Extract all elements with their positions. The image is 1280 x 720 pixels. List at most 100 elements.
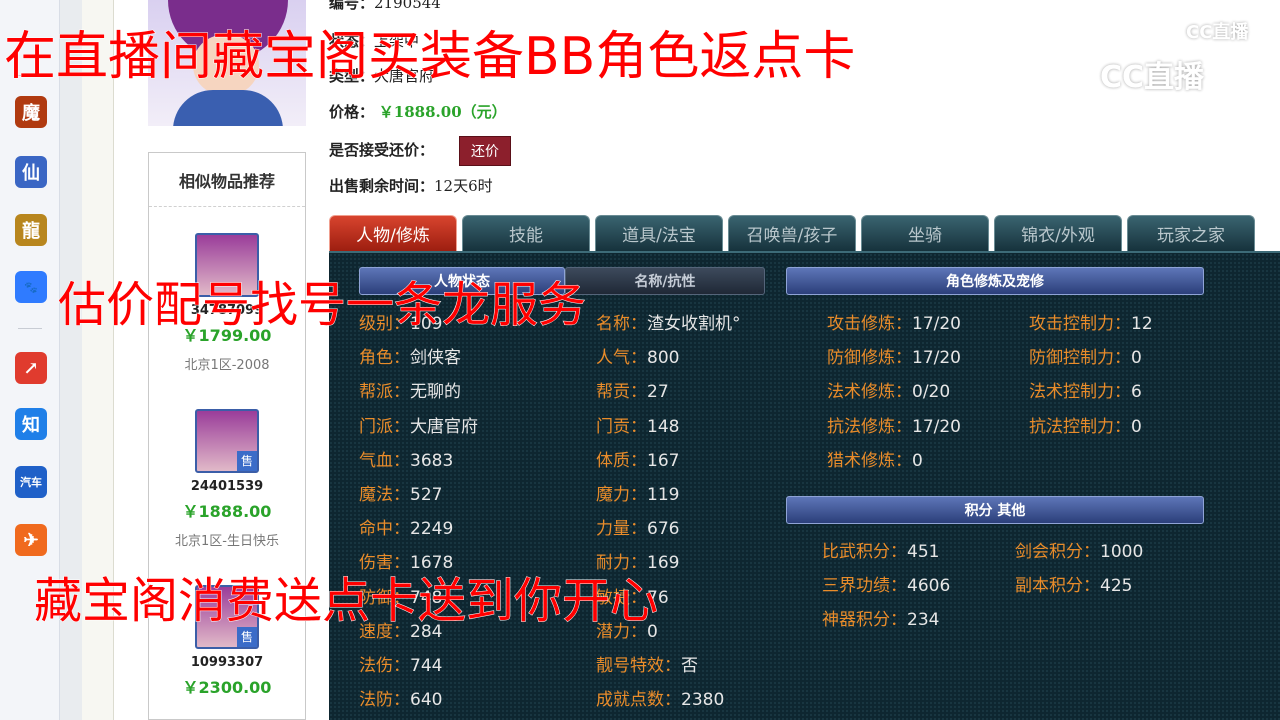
stat-value: 3683 [410, 450, 454, 471]
overlay-caption-3: 藏宝阁消费送点卡送到你开心 [33, 573, 659, 630]
stat-value: 2380 [681, 690, 725, 711]
stat-value: 148 [647, 416, 680, 437]
dock-separator [18, 328, 42, 329]
cultivation-stat: 攻击修炼：17/20 [827, 309, 961, 334]
overlay-caption-2: 估价配号找号一条龙服务 [57, 277, 587, 334]
attr-stat: 人气：800 [596, 343, 679, 368]
stat-label: 防御修炼： [827, 348, 912, 369]
stat-label: 魔法： [359, 485, 410, 505]
attr-stat: 魔力：119 [596, 480, 679, 505]
serial-line: 编号：2190544 [329, 0, 441, 12]
stat-label: 剑会积分： [1015, 542, 1100, 562]
orange-app-icon[interactable]: ✈ [15, 524, 47, 556]
char-stat: 魔法：527 [359, 480, 442, 505]
tab-2[interactable]: 道具/法宝 [595, 215, 723, 251]
stat-label: 体质： [596, 450, 647, 471]
points-stat: 剑会积分：1000 [1015, 537, 1143, 562]
stat-value: 无聊的 [410, 382, 461, 403]
stat-value: 527 [410, 485, 443, 505]
stat-value: 2249 [410, 519, 454, 540]
baidu-app-icon[interactable]: 🐾 [15, 271, 47, 303]
game-app-icon[interactable]: 魔 [15, 96, 47, 128]
stat-value: 800 [647, 348, 680, 369]
points-stat: 神器积分：234 [822, 605, 939, 630]
attr-stat: 力量：676 [596, 514, 679, 539]
car-app-icon[interactable]: 汽车 [15, 466, 47, 498]
overlay-caption-1: 在直播间藏宝阁买装备BB角色返点卡 [3, 27, 856, 88]
stat-label: 猎术修炼： [827, 450, 912, 471]
tab-3[interactable]: 召唤兽/孩子 [728, 215, 856, 251]
stat-label: 力量： [596, 519, 647, 540]
bargain-button[interactable]: 还价 [459, 136, 511, 166]
stat-value: 234 [907, 610, 940, 631]
tab-6[interactable]: 玩家之家 [1127, 215, 1255, 251]
stat-value: 17/20 [912, 348, 961, 369]
control-stat: 抗法控制力：0 [1029, 412, 1142, 437]
price-line: 价格： ￥1888.00（元） [329, 103, 507, 121]
stat-label: 成就点数： [596, 690, 681, 711]
attr-stat: 帮贡：27 [596, 377, 669, 402]
long-app-icon[interactable]: 龍 [15, 214, 47, 246]
similar-item[interactable]: 售 24401539 ￥1888.00 北京1区-生日快乐 [149, 409, 305, 549]
stat-value: 27 [647, 382, 669, 403]
tab-4[interactable]: 坐骑 [861, 215, 989, 251]
xian-app-icon[interactable]: 仙 [15, 156, 47, 188]
similar-item-id: 10993307 [190, 655, 264, 670]
stat-value: 744 [410, 656, 443, 676]
on-sale-badge: 售 [237, 451, 257, 471]
remaining-time-line: 出售剩余时间：12天6时 [329, 177, 493, 195]
stat-label: 副本积分： [1015, 576, 1100, 597]
stat-label: 法伤： [359, 656, 410, 676]
section-header-cultivation: 角色修炼及宠修 [786, 267, 1204, 295]
stat-label: 法术控制力： [1029, 382, 1131, 403]
stat-label: 法术修炼： [827, 382, 912, 403]
stat-label: 抗法修炼： [827, 416, 912, 437]
detail-tabs: 人物/修炼 技能 道具/法宝 召唤兽/孩子 坐骑 锦衣/外观 玩家之家 [329, 215, 1280, 251]
attr-stat: 名称：渣女收割机° [596, 309, 741, 334]
stat-label: 帮派： [359, 382, 410, 403]
stat-value: 119 [647, 485, 680, 505]
char-stat: 法防：640 [359, 685, 442, 710]
stat-value: 17/20 [912, 314, 961, 334]
similar-item-thumbnail[interactable]: 售 [195, 409, 259, 473]
stat-value: 17/20 [912, 416, 961, 437]
stat-value: 0 [1131, 416, 1142, 437]
stat-value: 剑侠客 [410, 348, 461, 369]
similar-item-server: 北京1区-生日快乐 [175, 534, 279, 549]
tab-1[interactable]: 技能 [462, 215, 590, 251]
stat-label: 神器积分： [822, 610, 907, 631]
cc-live-logo-small: CC直播 [1186, 22, 1249, 43]
stat-value: 167 [647, 450, 680, 471]
control-stat: 防御控制力：0 [1029, 343, 1142, 368]
tab-0[interactable]: 人物/修炼 [329, 215, 457, 251]
stat-label: 命中： [359, 519, 410, 540]
zhihu-app-icon[interactable]: 知 [15, 408, 47, 440]
similar-item-price: ￥2300.00 [182, 678, 272, 697]
char-stat: 命中：2249 [359, 514, 453, 539]
tab-5[interactable]: 锦衣/外观 [994, 215, 1122, 251]
red-app-icon[interactable]: ↗ [15, 352, 47, 384]
attr-stat: 成就点数：2380 [596, 685, 724, 710]
char-stat: 气血：3683 [359, 446, 453, 471]
stat-label: 攻击修炼： [827, 314, 912, 334]
stat-label: 法防： [359, 690, 410, 711]
control-stat: 法术控制力：6 [1029, 377, 1142, 402]
points-stat: 比武积分：451 [822, 537, 939, 562]
stat-label: 三界功绩： [822, 576, 907, 597]
attr-stat: 靓号特效：否 [596, 651, 698, 676]
cultivation-stat: 抗法修炼：17/20 [827, 412, 961, 437]
stat-value: 640 [410, 690, 443, 711]
char-stat: 帮派：无聊的 [359, 377, 461, 402]
stat-value: 1000 [1100, 542, 1144, 562]
stat-label: 名称： [596, 314, 647, 334]
stat-label: 魔力： [596, 485, 647, 505]
cultivation-stat: 猎术修炼：0 [827, 446, 923, 471]
stat-value: 0/20 [912, 382, 951, 403]
stat-value: 676 [647, 519, 680, 540]
stat-label: 门派： [359, 416, 410, 437]
stat-value: 6 [1131, 382, 1142, 403]
stat-value: 425 [1100, 576, 1133, 597]
stat-value: 渣女收割机° [647, 314, 741, 334]
stat-label: 攻击控制力： [1029, 314, 1131, 334]
stat-label: 门贡： [596, 416, 647, 437]
